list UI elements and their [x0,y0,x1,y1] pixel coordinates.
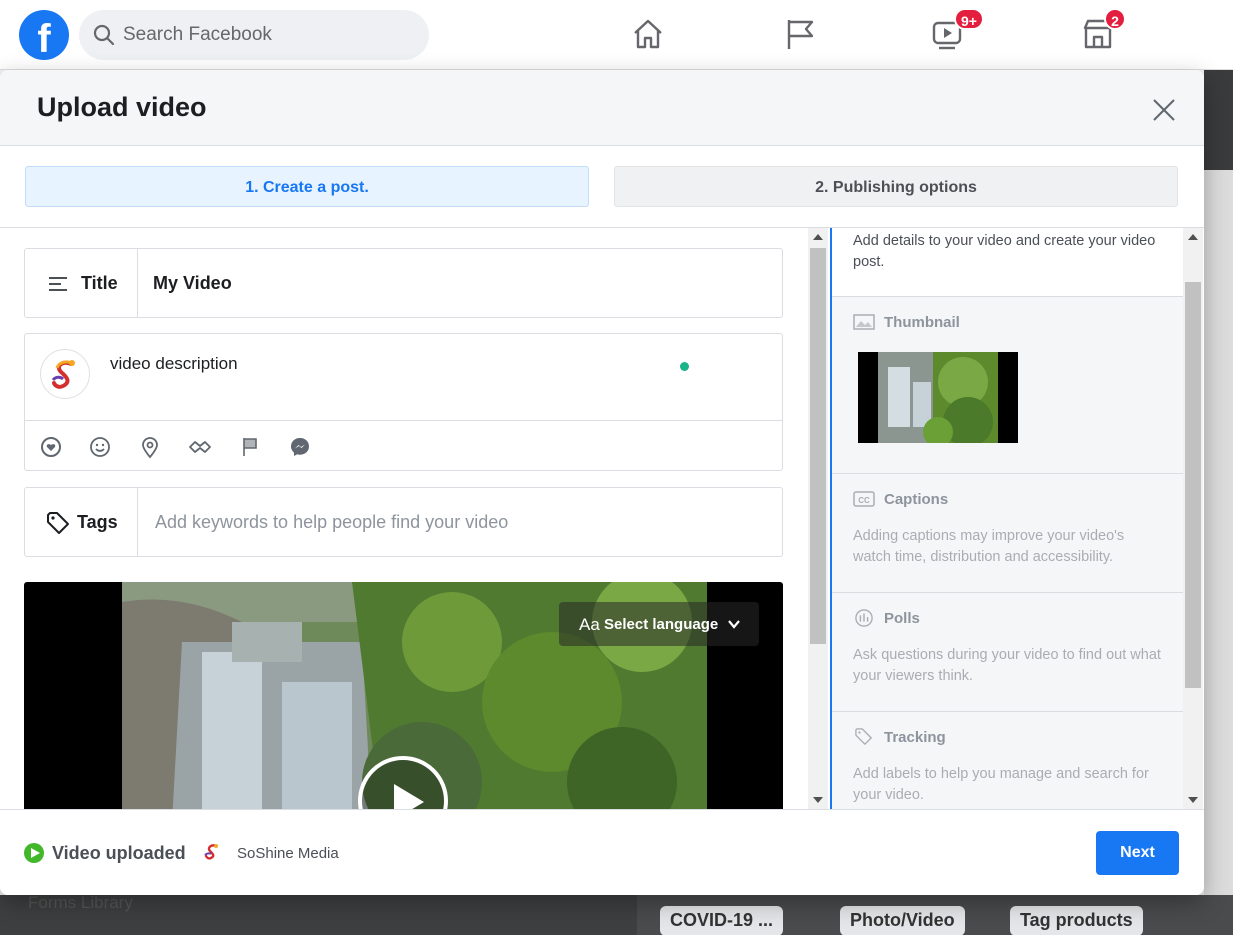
search-icon [93,24,115,46]
dialog-footer: Video uploaded SoShine Media Next [0,809,1204,895]
cc-icon: CC [853,491,875,507]
marketplace-tab[interactable]: 2 [1080,8,1126,56]
scroll-up-arrow-icon[interactable] [1188,234,1198,240]
polls-title: Polls [884,610,920,627]
tags-label: Tags [77,512,118,532]
forms-library-link: Forms Library [28,893,133,912]
form-scroll-thumb[interactable] [810,248,826,644]
description-input[interactable]: video description [110,354,238,374]
marketplace-badge: 2 [1104,8,1126,30]
upload-status-icon [24,843,44,863]
close-icon [1153,99,1175,121]
details-intro: Add details to your video and create you… [853,233,1156,270]
step-create-post[interactable]: 1. Create a post. [25,166,589,207]
select-language-button[interactable]: Aa Select language [559,602,759,646]
video-preview[interactable]: Aa Select language [24,582,783,809]
scroll-up-arrow-icon[interactable] [813,234,823,240]
thumbnail-image[interactable] [858,352,1018,443]
poll-icon [855,609,873,627]
step-tabs: 1. Create a post. 2. Publishing options [0,146,1204,228]
location-pin-icon [142,437,158,459]
messenger-icon [291,438,309,456]
language-aa-icon: Aa [579,615,600,634]
tag-products-chip: Tag products [1010,906,1143,935]
tags-field-row: Tags [24,487,783,557]
thumbnail-title: Thumbnail [884,314,960,331]
handshake-icon [189,441,211,453]
polls-body: Ask questions during your video to find … [853,647,1161,684]
messenger-button[interactable] [288,435,312,459]
pages-tab[interactable] [782,16,822,56]
partnership-button[interactable] [188,435,212,459]
flag-icon [243,438,257,456]
play-icon [394,784,424,809]
home-tab[interactable] [630,16,670,56]
next-button[interactable]: Next [1096,831,1179,875]
details-scrollbar[interactable] [1183,228,1203,809]
page-name: SoShine Media [237,845,339,862]
dialog-title: Upload video [37,92,207,122]
select-language-label: Select language [604,616,719,633]
details-scroll-thumb[interactable] [1185,282,1201,688]
emoji-button[interactable] [88,435,112,459]
covid-chip: COVID-19 ... [660,906,784,935]
svg-text:CC: CC [858,496,870,505]
title-input[interactable] [153,269,753,297]
polls-section[interactable]: Polls Ask questions during your video to… [832,592,1183,711]
scroll-down-arrow-icon[interactable] [813,797,823,803]
upload-status-text: Video uploaded [52,843,186,863]
soshine-logo-icon [204,844,218,860]
step-publishing-options[interactable]: 2. Publishing options [614,166,1178,207]
tag-icon [47,512,69,534]
photo-video-chip: Photo/Video [840,906,965,935]
post-form: Title video description [0,228,808,809]
tags-label-cell: Tags [25,488,138,556]
description-divider [25,420,782,421]
captions-body: Adding captions may improve your video's… [853,528,1125,565]
text-lines-icon [49,277,67,291]
tracking-section[interactable]: Tracking Add labels to help you manage a… [832,711,1183,809]
scroll-down-arrow-icon[interactable] [1188,797,1198,803]
smiley-icon [90,437,110,457]
heart-face-icon [41,437,61,457]
logo-letter: f [37,17,51,60]
title-field-row: Title [24,248,783,318]
captions-section[interactable]: CC Captions Adding captions may improve … [832,473,1183,592]
form-scrollbar[interactable] [808,228,828,809]
tag-icon [855,728,872,745]
tracking-title: Tracking [884,729,946,746]
image-icon [853,314,875,330]
waterfall-thumbnail [858,352,1018,443]
grammar-status-dot [680,362,689,371]
facebook-logo[interactable]: f [19,10,69,60]
watch-badge: 9+ [954,8,984,30]
tracking-body: Add labels to help you manage and search… [853,766,1149,803]
page-flag-button[interactable] [238,435,262,459]
top-nav-bar: f 9+ 2 [0,0,1233,70]
thumbnail-section[interactable]: Thumbnail [832,296,1183,473]
chevron-down-icon [728,620,740,629]
background-page-edge [1204,170,1233,935]
search-box[interactable] [79,10,429,60]
tags-input[interactable] [155,508,755,536]
flag-icon [787,20,814,49]
background-overlay [1204,70,1233,170]
close-button[interactable] [1148,94,1180,126]
home-icon [634,19,662,49]
dialog-header: Upload video [0,70,1204,146]
watch-tab[interactable]: 9+ [930,8,984,56]
search-input[interactable] [123,22,413,48]
page-avatar [40,349,90,399]
location-button[interactable] [138,435,162,459]
captions-title: Captions [884,491,949,508]
feeling-button[interactable] [39,435,63,459]
title-label: Title [81,273,118,293]
play-triangle-icon [31,848,40,858]
details-panel: Add details to your video and create you… [830,228,1183,809]
title-label-cell: Title [25,249,138,317]
upload-video-dialog: Upload video 1. Create a post. 2. Publis… [0,70,1204,895]
soshine-logo-icon [51,360,75,389]
description-field: video description [24,333,783,471]
